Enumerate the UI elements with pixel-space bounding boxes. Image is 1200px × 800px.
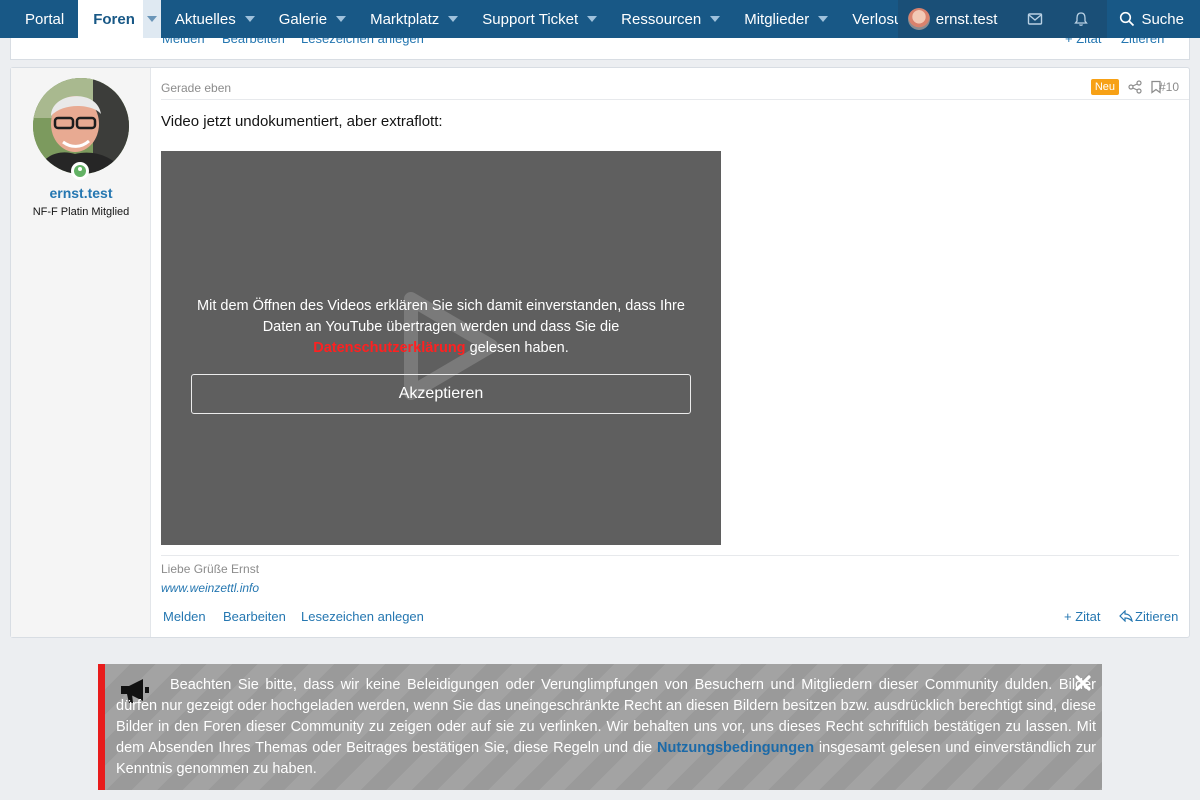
post-signature: Liebe Grüße Ernst www.weinzettl.info (161, 555, 1179, 595)
search-icon (1120, 11, 1135, 27)
post-content: Gerade eben Neu #10 Video jetzt undokume… (161, 68, 1189, 637)
chevron-down-icon (818, 16, 829, 22)
signature-greeting: Liebe Grüße Ernst (161, 562, 260, 576)
chevron-down-icon (336, 16, 347, 22)
chevron-down-icon (244, 16, 255, 22)
nav-tab-mitglieder[interactable]: Mitglieder (732, 0, 840, 38)
alerts-button[interactable] (1055, 0, 1108, 38)
nav-tab-aktuelles[interactable]: Aktuelles (161, 0, 267, 38)
nav-tab-label: Aktuelles (174, 10, 236, 28)
nav-tab-label: Mitglieder (744, 10, 810, 28)
account-username: ernst.test (935, 10, 998, 28)
nav-tab-label: Foren (93, 10, 135, 28)
nav-tab-foren-dropdown[interactable] (142, 0, 161, 38)
post-author-title: NF-F Platin Mitglied (32, 206, 130, 218)
video-embed-consent: Mit dem Öffnen des Videos erklären Sie s… (161, 151, 721, 545)
chevron-down-icon (710, 16, 721, 22)
chevron-down-icon (146, 16, 157, 22)
account-menu[interactable]: ernst.test (897, 0, 1010, 38)
community-rules-notice: Beachten Sie bitte, dass wir keine Belei… (98, 664, 1102, 790)
post-action-bar: Melden Bearbeiten Lesezeichen anlegen + … (161, 609, 1189, 627)
post-timestamp[interactable]: Gerade eben (161, 81, 231, 95)
post-body-text: Video jetzt undokumentiert, aber extrafl… (161, 113, 443, 130)
quote-link[interactable]: Zitieren (1119, 609, 1178, 624)
search-button[interactable]: Suche (1107, 0, 1200, 38)
video-consent-text: Mit dem Öffnen des Videos erklären Sie s… (197, 298, 685, 335)
video-consent-message: Mit dem Öffnen des Videos erklären Sie s… (191, 296, 691, 359)
avatar (907, 8, 930, 30)
signature-website-link[interactable]: www.weinzettl.info (161, 581, 1179, 595)
nav-tab-galerie[interactable]: Galerie (267, 0, 358, 38)
nav-tab-label: Support Ticket (482, 10, 579, 28)
notice-message: Beachten Sie bitte, dass wir keine Belei… (116, 675, 1096, 780)
bell-icon (1074, 12, 1089, 26)
search-label: Suche (1141, 10, 1184, 28)
envelope-icon (1028, 13, 1043, 25)
reply-icon (1119, 609, 1133, 623)
nav-tab-portal[interactable]: Portal (0, 0, 78, 38)
privacy-policy-link[interactable]: Datenschutzerklärung (313, 340, 465, 356)
nav-tab-label: Marktplatz (370, 10, 440, 28)
nav-tab-ressourcen[interactable]: Ressourcen (609, 0, 732, 38)
post-user-info: ernst.test NF-F Platin Mitglied (11, 68, 151, 637)
nav-tab-label: Ressourcen (621, 10, 702, 28)
nav-tab-label: Galerie (278, 10, 328, 28)
avatar[interactable] (33, 78, 129, 174)
conversations-button[interactable] (1009, 0, 1056, 38)
post-author-name[interactable]: ernst.test (11, 185, 151, 201)
previous-post-footer: Melden Bearbeiten Lesezeichen anlegen + … (10, 31, 1190, 60)
nav-tab-label: Portal (25, 10, 65, 28)
bookmark-link[interactable]: Lesezeichen anlegen (301, 609, 424, 624)
post-number[interactable]: #10 (1159, 80, 1179, 94)
nav-tab-marktplatz[interactable]: Marktplatz (358, 0, 470, 38)
report-link[interactable]: Melden (163, 609, 206, 624)
post-meta-bar: Gerade eben Neu #10 (161, 76, 1189, 100)
video-consent-text-end: gelesen haben. (465, 340, 569, 356)
chevron-down-icon (448, 16, 459, 22)
post: ernst.test NF-F Platin Mitglied Gerade e… (10, 67, 1190, 638)
share-icon[interactable] (1128, 80, 1142, 94)
nav-tab-foren[interactable]: Foren (78, 0, 161, 38)
avatar-image (33, 78, 129, 174)
quote-add-link[interactable]: + Zitat (1064, 609, 1101, 624)
quote-link-label: Zitieren (1135, 609, 1179, 624)
terms-of-use-link[interactable]: Nutzungsbedingungen (657, 740, 814, 756)
new-badge: Neu (1090, 79, 1119, 95)
top-navigation: Portal Foren Aktuelles Galerie Marktplat… (0, 0, 1200, 38)
online-status-icon (71, 162, 89, 180)
nav-tabs: Portal Foren Aktuelles Galerie Marktplat… (0, 0, 944, 38)
nav-user-area: ernst.test Suche (897, 0, 1200, 38)
edit-link[interactable]: Bearbeiten (223, 609, 286, 624)
chevron-down-icon (587, 16, 598, 22)
nav-tab-support-ticket[interactable]: Support Ticket (470, 0, 609, 38)
accept-video-button[interactable]: Akzeptieren (191, 374, 691, 414)
